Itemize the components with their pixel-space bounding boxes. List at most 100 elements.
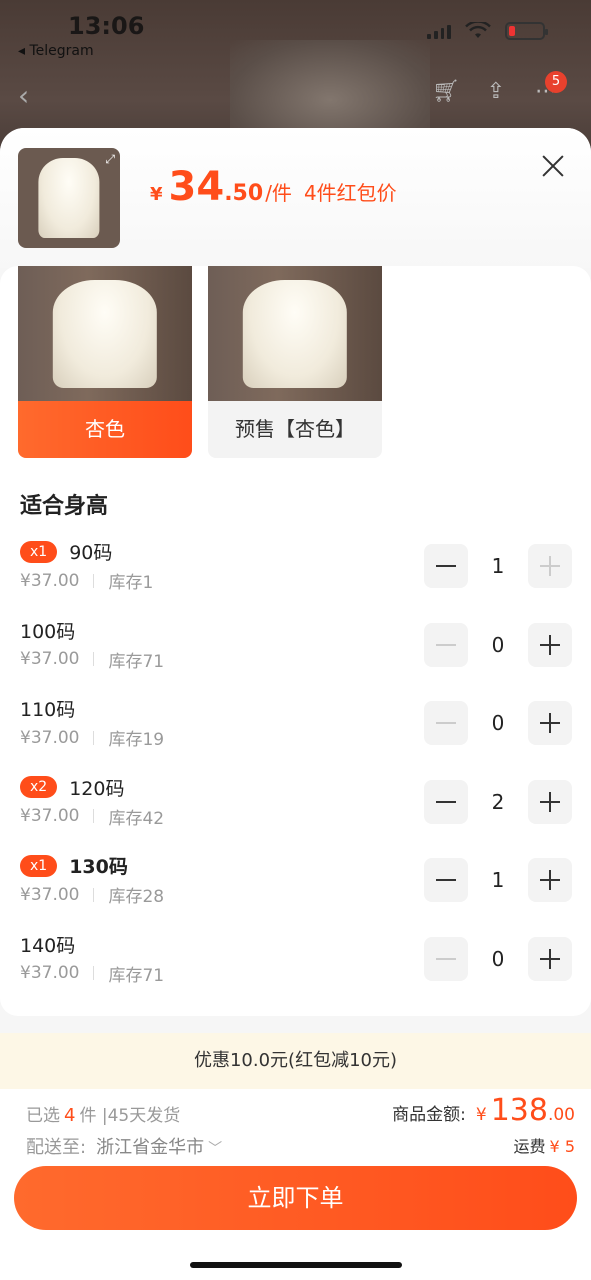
size-name-line: x1 90码 [20,538,112,565]
color-option-image [18,266,192,401]
quantity-value[interactable]: 1 [468,868,528,892]
divider [93,573,95,588]
decrease-button[interactable] [424,622,468,667]
quantity-value[interactable]: 1 [468,554,528,578]
size-stock: 库存71 [108,651,165,672]
amount-currency: ¥ [475,1105,487,1125]
home-indicator [190,1262,402,1268]
color-option-presale-apricot[interactable]: 预售【杏色】 [208,266,382,458]
quantity-stepper: 1 [424,544,572,588]
amount-label: 商品金额: [392,1105,466,1125]
price-integer: 34 [168,164,225,210]
share-icon[interactable]: ⇪ [481,79,511,109]
price-decimal: .50 [224,181,264,206]
size-price: ¥37.00 [20,963,80,983]
product-thumbnail[interactable]: ⤢ [18,148,120,248]
minus-icon [436,800,456,803]
color-option-label: 杏色 [18,401,192,458]
decrease-button[interactable] [424,858,468,902]
selected-qty-badge: x2 [20,776,58,798]
decrease-button[interactable] [424,544,468,588]
minus-icon [436,957,456,960]
quantity-stepper: 1 [424,858,572,902]
order-footer: 已选 4 件 |45天发货 配送至: 浙江省金华市 ﹀ 商品金额: ¥ 138 .00 … [0,1089,591,1280]
signal-icon [427,23,451,39]
color-option-apricot[interactable]: 杏色 [18,266,192,458]
battery-icon [505,22,548,40]
expand-icon: ⤢ [105,152,115,166]
size-section-title: 适合身高 [20,494,109,519]
ship-city: 浙江省金华市 [96,1137,205,1158]
status-time: 13:06 [68,12,145,40]
increase-button[interactable] [528,858,572,902]
increase-button[interactable] [528,936,572,981]
increase-button[interactable] [528,544,572,588]
amount-decimal: .00 [547,1105,575,1125]
quantity-stepper: 2 [424,779,572,824]
selected-info: 已选 4 件 |45天发货 [26,1101,180,1126]
selected-prefix: 已选 [26,1106,60,1126]
size-price: ¥37.00 [20,649,80,669]
close-icon[interactable] [541,154,565,178]
increase-button[interactable] [528,622,572,667]
color-option-label: 预售【杏色】 [235,417,355,441]
minus-icon [436,879,456,881]
color-options: 杏色 预售【杏色】 [18,266,382,458]
divider [93,652,95,666]
selected-qty-badge: x1 [20,540,58,563]
price-line: ¥ 34 .50 /件 4件红包价 [150,164,397,210]
size-list: x1 90码 ¥37.00 库存1 1 100码 ¥37.00 库存71 0 110码 ¥37.00… [0,528,591,999]
selected-suffix: 件 |45天发货 [79,1106,181,1126]
back-chevron-icon[interactable]: ‹ [18,79,29,112]
goods-amount: 商品金额: ¥ 138 .00 [392,1093,575,1128]
decrease-button[interactable] [424,936,468,981]
status-icons [427,22,548,40]
dress-image [38,158,100,238]
size-stock: 库存19 [108,730,165,750]
freight: 运费 ¥ 5 [514,1133,575,1157]
size-meta: ¥37.00 库存71 [20,647,164,672]
size-row: x2 120码 ¥37.00 库存42 2 [0,764,591,843]
amount-integer: 138 [490,1093,548,1128]
minus-icon [436,565,456,567]
place-order-button[interactable]: 立即下单 [14,1166,577,1230]
increase-button[interactable] [528,779,572,824]
ship-to[interactable]: 配送至: 浙江省金华市 ﹀ [26,1133,222,1159]
quantity-value[interactable]: 2 [468,790,528,814]
divider [93,809,95,823]
size-price: ¥37.00 [20,570,80,591]
product-nav-bar: ‹ 🛒︎ ⇪ ⋯ 5 [0,71,591,115]
decrease-button[interactable] [424,779,468,824]
size-name: 110码 [20,699,76,721]
price-unit: /件 [265,181,292,205]
minus-icon [436,643,456,646]
cart-count-badge: 5 [545,71,567,93]
status-bar: 13:06 ◂ Telegram [0,0,591,70]
sku-content: 杏色 预售【杏色】 适合身高 x1 90码 ¥37.00 库存1 1 100码 ¥37.00… [0,266,591,1016]
promo-label: 4件红包价 [303,181,397,205]
quantity-stepper: 0 [424,701,572,745]
quantity-value[interactable]: 0 [468,711,528,735]
size-price: ¥37.00 [20,884,80,905]
quantity-value[interactable]: 0 [468,633,528,657]
cart-icon[interactable]: 🛒︎ [431,79,461,109]
freight-value: ¥ 5 [549,1137,575,1156]
size-name: 130码 [69,856,128,878]
size-name: 100码 [20,620,76,643]
size-name: 90码 [69,542,113,564]
size-row: 110码 ¥37.00 库存19 0 [0,685,591,764]
size-row: 140码 ¥37.00 库存71 0 [0,921,591,1000]
size-name-line: x1 130码 [20,852,128,879]
price-currency: ¥ [150,184,163,205]
divider [93,887,95,902]
wifi-icon [465,22,491,38]
size-stock: 库存42 [108,808,165,829]
quantity-value[interactable]: 0 [468,947,528,971]
size-price: ¥37.00 [20,806,80,826]
size-stock: 库存28 [108,887,165,907]
minus-icon [436,722,456,724]
size-row: 100码 ¥37.00 库存71 0 [0,607,591,686]
decrease-button[interactable] [424,701,468,745]
back-to-telegram-link[interactable]: ◂ Telegram [18,43,94,59]
increase-button[interactable] [528,701,572,745]
